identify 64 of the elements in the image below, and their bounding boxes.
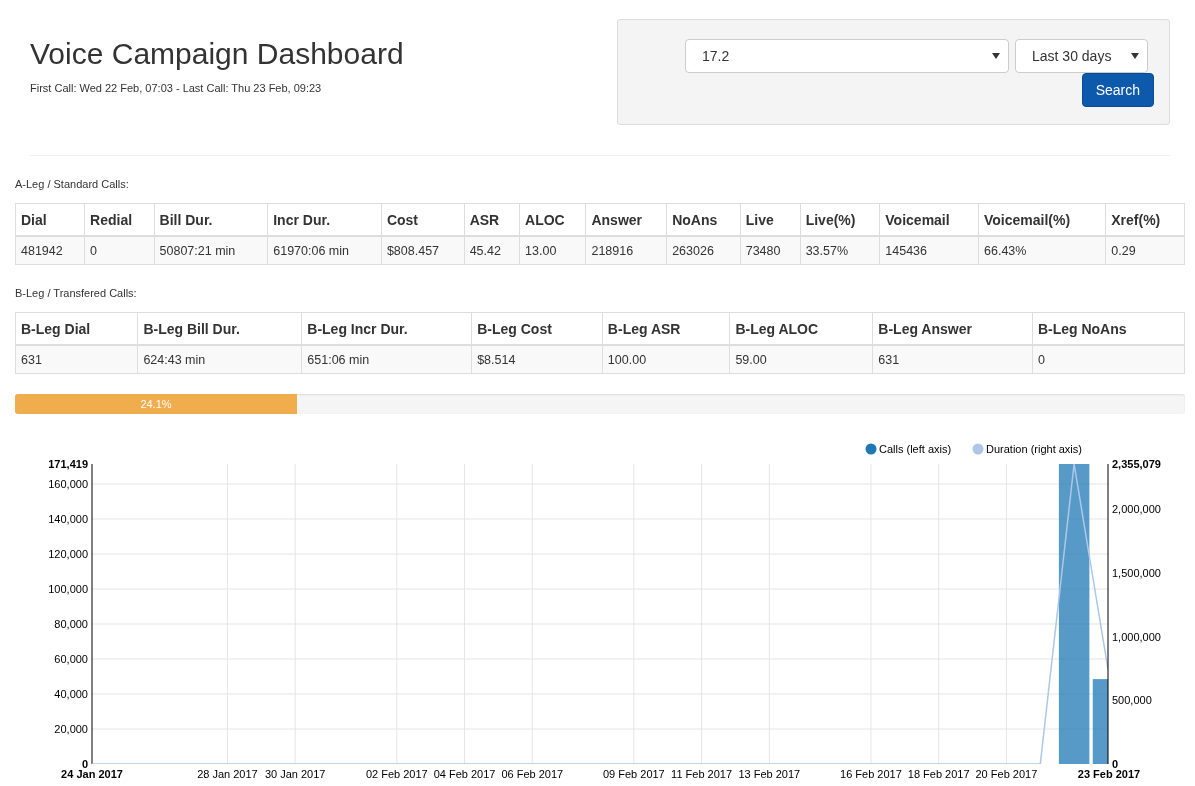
table-cell: 0 — [84, 236, 155, 265]
caret-icon — [1131, 53, 1139, 59]
table-cell: 66.43% — [978, 236, 1106, 265]
y-axis-label: 40,000 — [54, 688, 88, 700]
y-axis-label: 1,500,000 — [1112, 566, 1161, 579]
y-axis-label: 500,000 — [1112, 694, 1152, 707]
y-axis-label: 80,000 — [54, 618, 88, 630]
x-axis-label: 28 Jan 2017 — [197, 768, 258, 780]
section-label: B-Leg / Transfered Calls: — [15, 287, 138, 299]
x-axis-label: 30 Jan 2017 — [264, 768, 326, 780]
x-axis-label: 16 Feb 2017 — [840, 768, 902, 780]
x-axis-label: 09 Feb 2017 — [603, 768, 665, 780]
x-axis-label: 04 Feb 2017 — [433, 768, 496, 780]
y-axis-label: 2,000,000 — [1112, 503, 1161, 516]
y-axis-label: 100,000 — [48, 583, 88, 595]
x-axis-label: 11 Feb 2017 — [671, 768, 733, 780]
table-cell: 218916 — [585, 236, 667, 265]
table-cell: 59.00 — [729, 345, 873, 374]
x-axis-label: 24 Jan 2017 — [61, 768, 123, 780]
table-cell: 631 — [15, 345, 138, 374]
x-axis-label: 20 Feb 2017 — [975, 768, 1038, 780]
y-axis-label: 0 — [81, 758, 88, 770]
legend-label: Calls (left axis) — [879, 443, 952, 455]
table-cell: $808.457 — [381, 236, 465, 265]
legend-item[interactable]: Duration (right axis) — [972, 443, 1082, 455]
caret-icon — [992, 53, 1000, 59]
y-axis-label: 0 — [1112, 758, 1119, 770]
period-select[interactable]: Last 30 days — [1015, 39, 1148, 73]
y-axis-label: 140,000 — [48, 513, 88, 525]
call-range-text: First Call: Wed 22 Feb, 07:03 - Last Call: Thu 23 Feb, 09:23 — [30, 82, 323, 94]
x-axis-label: 06 Feb 2017 — [501, 768, 564, 780]
table-cell: 651:06 min — [301, 345, 472, 374]
table-cell: 61970:06 min — [267, 236, 382, 265]
y-axis-label: 1,000,000 — [1112, 630, 1161, 643]
table-cell: 145436 — [879, 236, 979, 265]
y-axis-label: 160,000 — [48, 478, 88, 490]
table-cell: 0 — [1032, 345, 1185, 374]
table-cell: 50807:21 min — [154, 236, 268, 265]
table-cell: 263026 — [666, 236, 741, 265]
progress-fill: 24.1% — [15, 394, 297, 414]
table-cell: 481942 — [15, 236, 85, 265]
y-axis-label: 2,355,079 — [1112, 458, 1161, 470]
table-cell: 45.42 — [464, 236, 520, 265]
y-axis-label: 171,419 — [48, 458, 88, 470]
table-cell: 631 — [872, 345, 1033, 374]
table-cell: 0.29 — [1105, 236, 1185, 265]
search-button[interactable]: Search — [1081, 73, 1154, 107]
table-cell: 13.00 — [519, 236, 586, 265]
table-cell: $8.514 — [471, 345, 603, 374]
x-axis-label: 02 Feb 2017 — [365, 768, 428, 780]
y-axis-label: 120,000 — [48, 548, 88, 560]
x-axis-label: 18 Feb 2017 — [907, 768, 970, 780]
campaign-select[interactable]: 17.2 — [685, 39, 1009, 73]
x-axis-label: 13 Feb 2017 — [738, 768, 801, 780]
x-axis-label: 23 Feb 2017 — [1077, 768, 1141, 780]
table-cell: 100.00 — [602, 345, 730, 374]
page-title: Voice Campaign Dashboard — [30, 36, 404, 72]
table-cell: 33.57% — [800, 236, 880, 265]
section-label: A-Leg / Standard Calls: — [15, 178, 130, 190]
table-cell: 73480 — [740, 236, 801, 265]
y-axis-label: 60,000 — [54, 653, 88, 665]
legend-item[interactable]: Calls (left axis) — [865, 443, 952, 455]
y-axis-label: 20,000 — [54, 723, 88, 735]
table-cell: 624:43 min — [137, 345, 302, 374]
